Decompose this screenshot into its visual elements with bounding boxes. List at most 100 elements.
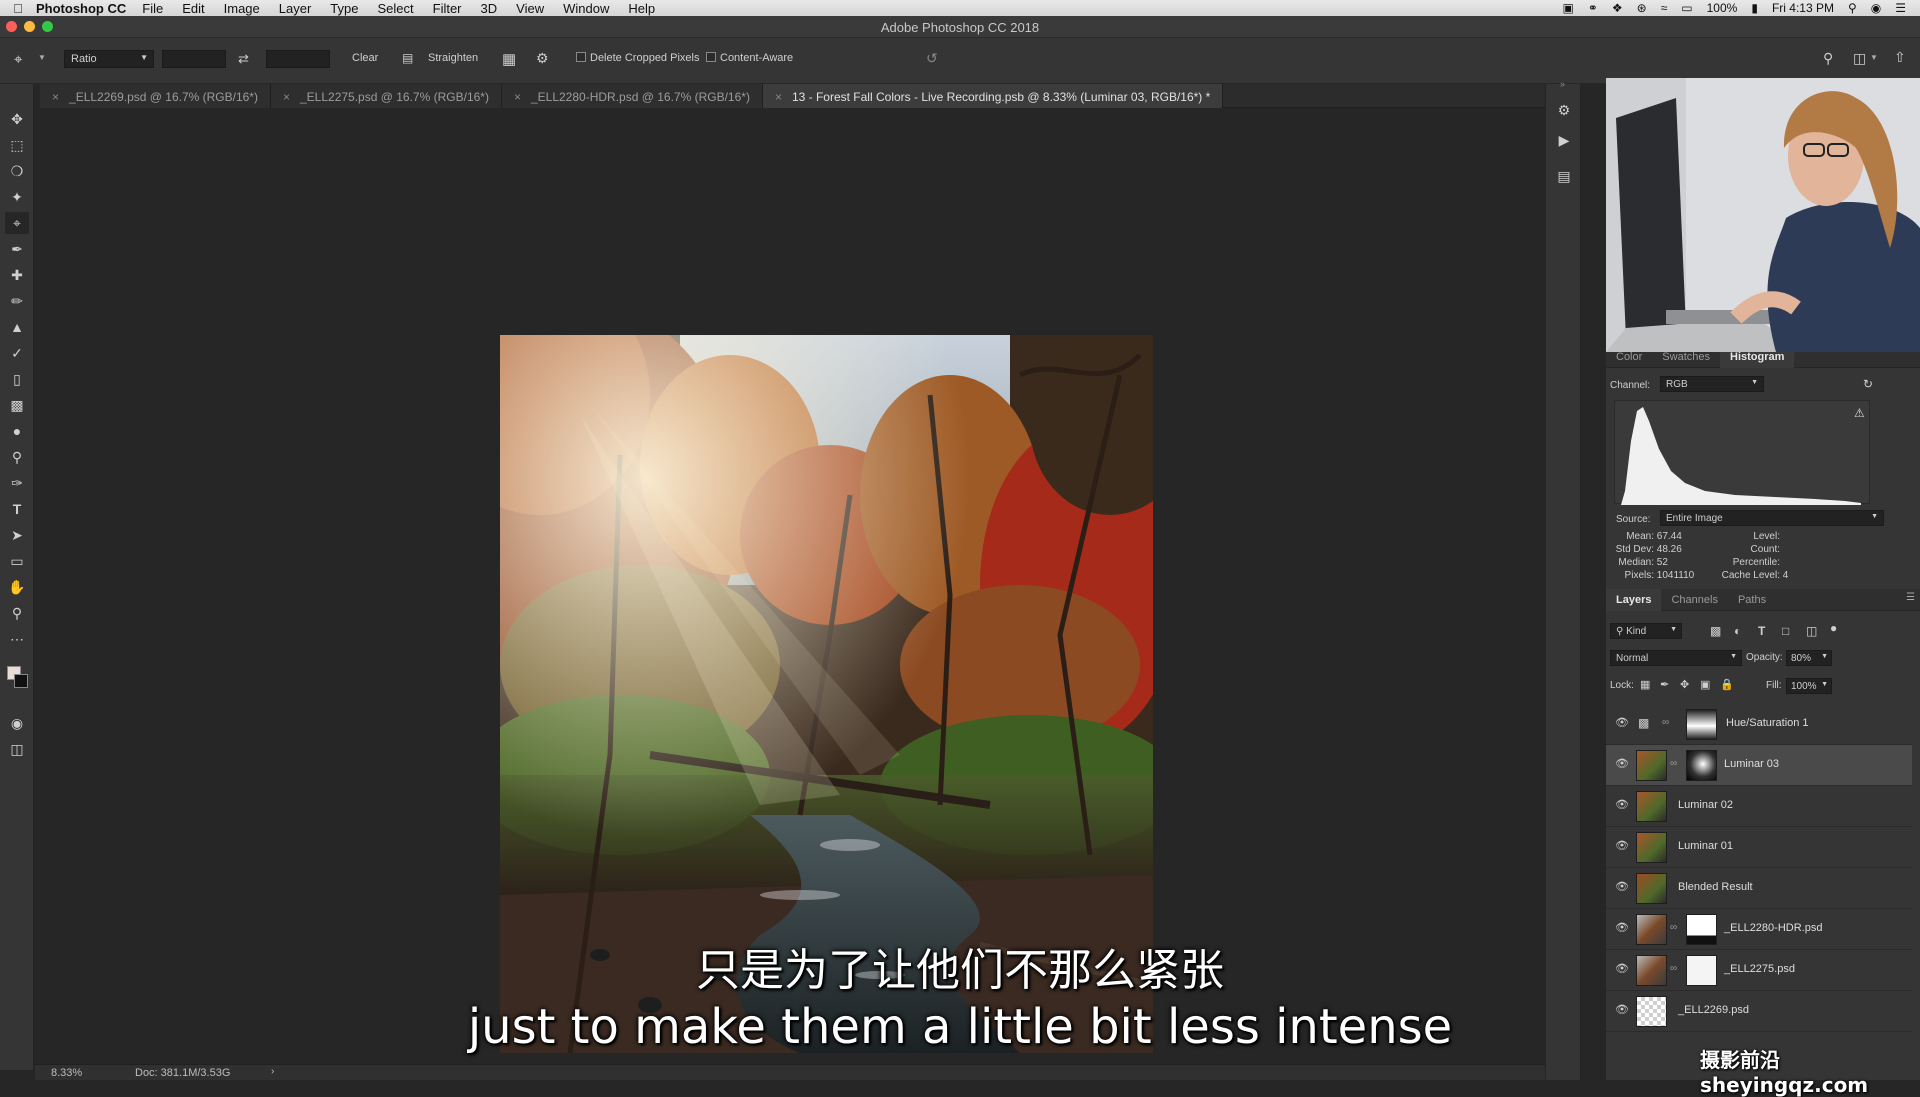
- layer-name[interactable]: Luminar 01: [1678, 840, 1733, 852]
- blur-tool-icon[interactable]: ●: [5, 420, 29, 442]
- layer-row[interactable]: 👁 Blended Result: [1606, 868, 1912, 909]
- bluetooth-icon[interactable]: ⊛: [1637, 1, 1647, 15]
- layer-thumbnail[interactable]: [1636, 791, 1667, 822]
- layer-row[interactable]: 👁 ▩ ∞ Hue/Saturation 1: [1606, 704, 1912, 745]
- source-select[interactable]: Entire Image ▼: [1660, 510, 1884, 526]
- eye-icon[interactable]: 👁: [1615, 839, 1631, 855]
- tab-paths[interactable]: Paths: [1728, 589, 1776, 611]
- menu-type[interactable]: Type: [330, 1, 358, 16]
- delete-cropped-pixels-checkbox[interactable]: Delete Cropped Pixels: [570, 50, 705, 68]
- type-tool-icon[interactable]: T: [5, 498, 29, 520]
- tab-ell2269[interactable]: × _ELL2269.psd @ 16.7% (RGB/16*): [40, 84, 271, 108]
- apple-icon[interactable]: : [0, 1, 36, 16]
- creative-cloud-icon[interactable]: ⚭: [1588, 1, 1598, 15]
- layer-name[interactable]: Blended Result: [1678, 881, 1753, 893]
- menu-edit[interactable]: Edit: [182, 1, 204, 16]
- clock[interactable]: Fri 4:13 PM: [1772, 1, 1834, 15]
- search-icon[interactable]: ⚲: [1823, 50, 1833, 67]
- collapse-icon[interactable]: »: [1560, 79, 1565, 89]
- tab-channels[interactable]: Channels: [1661, 589, 1727, 611]
- background-color-swatch[interactable]: [14, 674, 28, 688]
- share-icon[interactable]: ⇧: [1894, 49, 1906, 66]
- gear-icon[interactable]: ⚙: [536, 50, 549, 67]
- airplay-icon[interactable]: ▭: [1681, 1, 1692, 15]
- content-aware-checkbox[interactable]: Content-Aware: [700, 50, 799, 68]
- clear-button[interactable]: Clear: [346, 50, 384, 68]
- fill-input[interactable]: 100% ▼: [1786, 678, 1832, 694]
- chain-link-icon[interactable]: ∞: [1662, 717, 1669, 728]
- menu-select[interactable]: Select: [377, 1, 413, 16]
- workspace-icon[interactable]: ◫: [1853, 50, 1866, 67]
- cache-warning-icon[interactable]: ⚠: [1854, 406, 1865, 420]
- history-panel-icon[interactable]: ⚙: [1554, 102, 1574, 122]
- close-icon[interactable]: ×: [775, 90, 782, 104]
- actions-panel-icon[interactable]: ▶: [1554, 132, 1574, 152]
- properties-panel-icon[interactable]: ▤: [1554, 168, 1574, 188]
- pen-tool-icon[interactable]: ✑: [5, 472, 29, 494]
- path-selection-tool-icon[interactable]: ➤: [5, 524, 29, 546]
- document-canvas[interactable]: [35, 109, 1545, 1064]
- blend-mode-select[interactable]: Normal ▼: [1610, 650, 1742, 666]
- lock-transparent-icon[interactable]: ▦: [1640, 678, 1650, 691]
- crop-tool-preset-icon[interactable]: ⌖: [14, 51, 22, 68]
- layer-thumbnail[interactable]: [1636, 873, 1667, 904]
- battery-percent[interactable]: 100%: [1707, 1, 1738, 15]
- eye-icon[interactable]: 👁: [1615, 716, 1631, 732]
- eye-icon[interactable]: 👁: [1615, 880, 1631, 896]
- more-tools-icon[interactable]: ⋯: [5, 628, 29, 650]
- ratio-width-input[interactable]: [162, 50, 226, 68]
- layer-mask-thumbnail[interactable]: [1686, 709, 1717, 740]
- chain-link-icon[interactable]: ∞: [1670, 922, 1677, 933]
- battery-icon[interactable]: ▮: [1751, 1, 1758, 15]
- layer-row[interactable]: 👁 ∞ Luminar 03: [1606, 745, 1912, 786]
- filter-shape-icon[interactable]: □: [1782, 624, 1789, 638]
- menu-3d[interactable]: 3D: [481, 1, 498, 16]
- brush-tool-icon[interactable]: ✏: [5, 290, 29, 312]
- spotlight-icon[interactable]: ⚲: [1848, 1, 1857, 15]
- filter-smart-object-icon[interactable]: ◫: [1806, 624, 1817, 638]
- dodge-tool-icon[interactable]: ⚲: [5, 446, 29, 468]
- filter-toggle-icon[interactable]: ●: [1830, 621, 1837, 635]
- filter-type-icon[interactable]: T: [1758, 624, 1765, 638]
- lock-image-icon[interactable]: ✒: [1660, 678, 1669, 691]
- zoom-level[interactable]: 8.33%: [51, 1067, 82, 1079]
- lock-artboard-icon[interactable]: ▣: [1700, 678, 1710, 691]
- crop-tool-icon[interactable]: ⌖: [5, 212, 29, 234]
- zoom-tool-icon[interactable]: ⚲: [5, 602, 29, 624]
- panel-menu-icon[interactable]: ☰: [1906, 592, 1915, 603]
- clone-stamp-tool-icon[interactable]: ▲: [5, 316, 29, 338]
- wifi-icon[interactable]: ≈: [1661, 1, 1668, 15]
- layer-row[interactable]: 👁 Luminar 02: [1606, 786, 1912, 827]
- screen-mode-icon[interactable]: ◫: [5, 738, 29, 760]
- close-icon[interactable]: ×: [283, 90, 290, 104]
- menu-window[interactable]: Window: [563, 1, 609, 16]
- eye-icon[interactable]: 👁: [1615, 757, 1631, 773]
- doc-size[interactable]: Doc: 381.1M/3.53G: [135, 1067, 230, 1079]
- notification-center-icon[interactable]: ☰: [1895, 1, 1906, 15]
- straighten-icon[interactable]: ▤: [402, 51, 413, 65]
- menu-image[interactable]: Image: [224, 1, 260, 16]
- chevron-down-icon[interactable]: ▼: [1870, 53, 1878, 62]
- ratio-select[interactable]: Ratio ▼: [64, 50, 154, 68]
- hand-tool-icon[interactable]: ✋: [5, 576, 29, 598]
- layer-name[interactable]: Hue/Saturation 1: [1726, 717, 1809, 729]
- refresh-icon[interactable]: ↻: [1863, 377, 1873, 391]
- marquee-tool-icon[interactable]: ⬚: [5, 134, 29, 156]
- close-icon[interactable]: ×: [52, 90, 59, 104]
- eye-icon[interactable]: 👁: [1615, 798, 1631, 814]
- reset-icon[interactable]: ↺: [926, 50, 938, 67]
- menu-filter[interactable]: Filter: [433, 1, 462, 16]
- dropbox-icon[interactable]: ❖: [1612, 1, 1623, 15]
- layer-thumbnail[interactable]: [1636, 832, 1667, 863]
- healing-brush-tool-icon[interactable]: ✚: [5, 264, 29, 286]
- filter-adjustment-icon[interactable]: ◐: [1734, 624, 1741, 638]
- gradient-tool-icon[interactable]: ▩: [5, 394, 29, 416]
- menu-file[interactable]: File: [142, 1, 163, 16]
- move-tool-icon[interactable]: ✥: [5, 108, 29, 130]
- rectangle-tool-icon[interactable]: ▭: [5, 550, 29, 572]
- filter-kind-select[interactable]: ⚲ Kind ▼: [1610, 623, 1682, 639]
- eraser-tool-icon[interactable]: ▯: [5, 368, 29, 390]
- lock-position-icon[interactable]: ✥: [1680, 678, 1689, 691]
- menu-help[interactable]: Help: [628, 1, 655, 16]
- history-brush-tool-icon[interactable]: ✓: [5, 342, 29, 364]
